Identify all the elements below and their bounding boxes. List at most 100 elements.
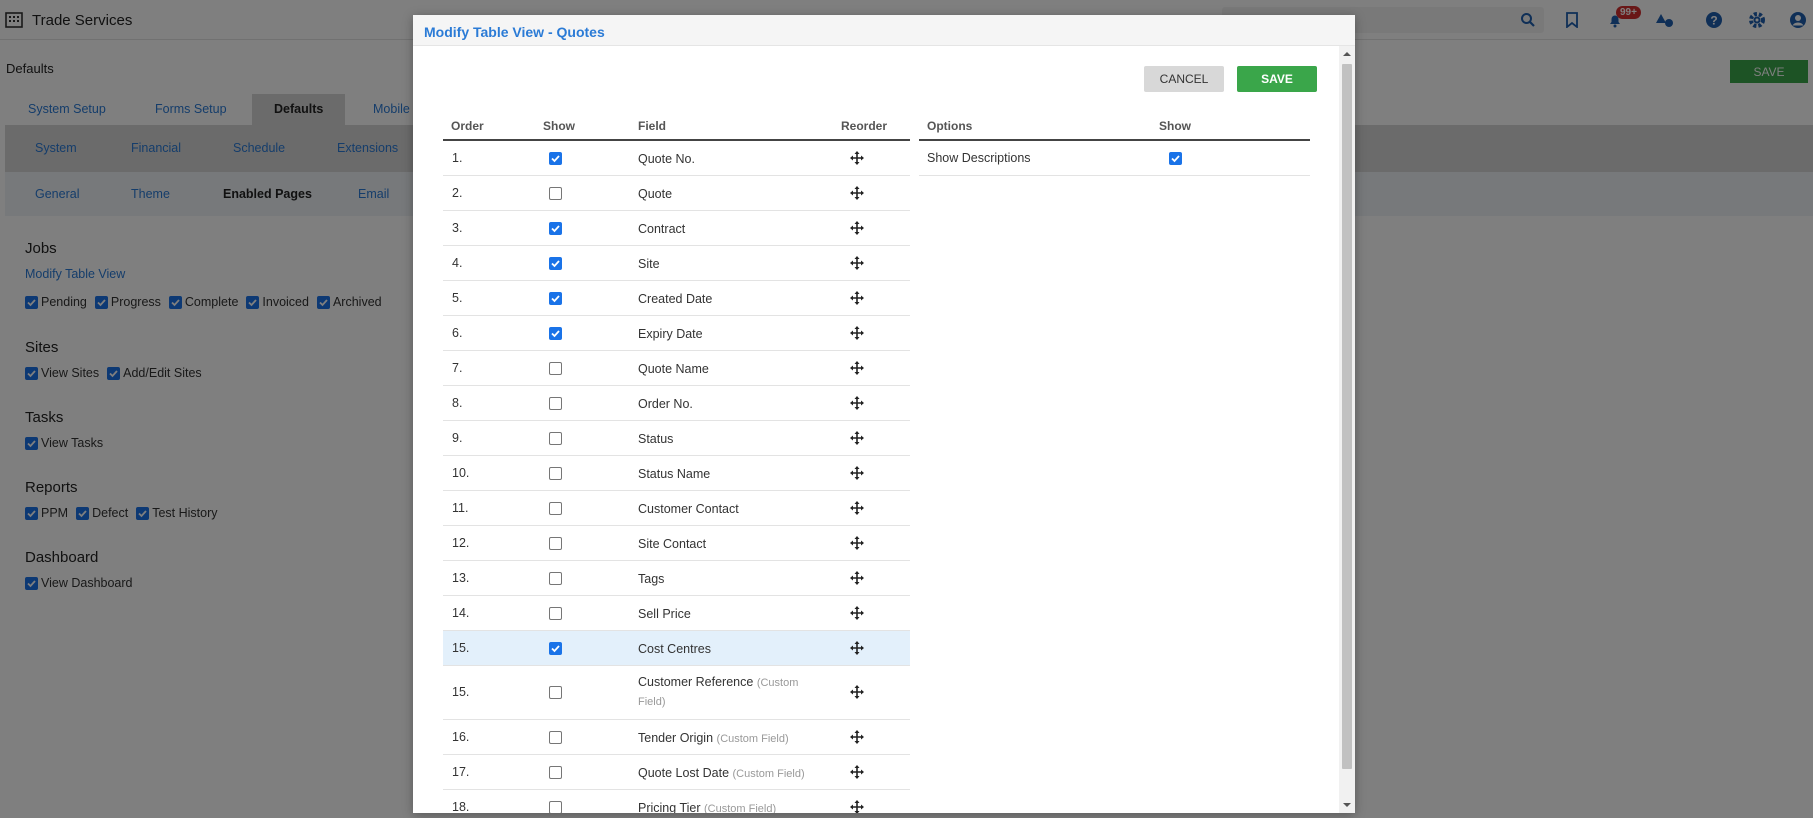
row-show-cell: [549, 641, 565, 657]
show-field-checkbox[interactable]: [549, 221, 562, 235]
row-order: 15.: [452, 640, 470, 655]
drag-handle-icon[interactable]: [850, 570, 864, 585]
modal-scrollbar[interactable]: [1339, 46, 1355, 813]
row-field: Site Contact: [638, 535, 808, 553]
field-type-note: (Custom Field): [704, 802, 777, 814]
row-order: 11.: [452, 500, 469, 515]
row-field: Quote No.: [638, 150, 808, 168]
drag-handle-icon[interactable]: [850, 220, 864, 235]
row-order: 18.: [452, 799, 470, 814]
show-field-checkbox[interactable]: [549, 256, 562, 270]
modal-body: CANCEL SAVE Order Show Field Reorder Opt…: [413, 46, 1339, 813]
drag-handle-icon[interactable]: [850, 685, 864, 699]
field-name: Tender Origin: [638, 730, 714, 745]
drag-handle-icon[interactable]: [850, 729, 864, 744]
field-name: Created Date: [638, 291, 713, 306]
row-show-cell: [549, 571, 565, 588]
scroll-up-icon[interactable]: [1339, 46, 1355, 62]
drag-handle-icon[interactable]: [850, 325, 864, 340]
row-order: 1.: [452, 150, 463, 165]
scroll-down-icon[interactable]: [1339, 797, 1355, 813]
scroll-thumb[interactable]: [1342, 64, 1352, 769]
modal-title: Modify Table View - Quotes: [424, 24, 605, 40]
drag-handle-icon[interactable]: [850, 465, 864, 480]
row-order: 9.: [452, 430, 463, 445]
show-field-checkbox[interactable]: [549, 326, 562, 340]
row-field: Tender Origin (Custom Field): [638, 729, 808, 748]
row-field: Sell Price: [638, 605, 808, 623]
table-row: 10. Status Name: [443, 456, 910, 491]
drag-handle-icon[interactable]: [850, 764, 864, 779]
field-name: Status: [638, 431, 674, 446]
show-field-checkbox[interactable]: [549, 536, 562, 550]
drag-handle-icon[interactable]: [850, 290, 864, 305]
row-order: 6.: [452, 325, 463, 340]
row-field: Cost Centres: [638, 640, 808, 658]
row-order: 7.: [452, 360, 463, 375]
row-field: Customer Contact: [638, 500, 808, 518]
drag-handle-icon[interactable]: [850, 185, 864, 200]
drag-handle-icon[interactable]: [850, 395, 864, 410]
field-name: Tags: [638, 571, 665, 586]
show-field-checkbox[interactable]: [549, 641, 562, 655]
show-field-checkbox[interactable]: [549, 686, 562, 699]
row-show-cell: [549, 291, 565, 307]
modal-save-button[interactable]: SAVE: [1237, 66, 1317, 92]
options-row: Show Descriptions: [919, 141, 1310, 176]
fields-table: 1. Quote No. 2. Quote 3. Contract 4. Site 5. Crea…: [443, 141, 910, 813]
drag-handle-icon[interactable]: [850, 799, 864, 813]
checkmark-icon: [1171, 155, 1180, 163]
row-show-cell: [549, 730, 565, 747]
drag-handle-icon[interactable]: [850, 360, 864, 375]
show-field-checkbox[interactable]: [549, 396, 562, 410]
field-name: Expiry Date: [638, 326, 703, 341]
row-field: Pricing Tier (Custom Field): [638, 799, 808, 814]
drag-handle-icon[interactable]: [850, 535, 864, 550]
row-order: 17.: [452, 764, 470, 779]
checkmark-icon: [551, 294, 560, 302]
row-order: 12.: [452, 535, 470, 550]
field-name: Site: [638, 256, 660, 271]
field-name: Site Contact: [638, 536, 707, 551]
table-row: 14. Sell Price: [443, 596, 910, 631]
table-row: 9. Status: [443, 421, 910, 456]
show-field-checkbox[interactable]: [549, 606, 562, 620]
show-field-checkbox[interactable]: [549, 186, 562, 200]
drag-handle-icon[interactable]: [850, 640, 864, 655]
show-field-checkbox[interactable]: [549, 151, 562, 165]
row-field: Tags: [638, 570, 808, 588]
table-row: 15. Customer Reference (Custom Field): [443, 666, 910, 720]
modal-header: Modify Table View - Quotes: [413, 15, 1355, 46]
row-order: 4.: [452, 255, 463, 270]
row-field: Status: [638, 430, 808, 448]
field-name: Quote No.: [638, 151, 695, 166]
drag-handle-icon[interactable]: [850, 430, 864, 445]
show-field-checkbox[interactable]: [549, 291, 562, 305]
drag-handle-icon[interactable]: [850, 150, 864, 165]
checkmark-icon: [551, 224, 560, 232]
show-field-checkbox[interactable]: [549, 501, 562, 515]
table-row: 1. Quote No.: [443, 141, 910, 176]
show-field-checkbox[interactable]: [549, 730, 562, 744]
drag-handle-icon[interactable]: [850, 255, 864, 270]
show-field-checkbox[interactable]: [549, 466, 562, 480]
show-field-checkbox[interactable]: [549, 571, 562, 585]
drag-handle-icon[interactable]: [850, 605, 864, 620]
show-field-checkbox[interactable]: [549, 361, 562, 375]
row-order: 16.: [452, 729, 470, 744]
drag-handle-icon[interactable]: [850, 500, 864, 515]
show-field-checkbox[interactable]: [549, 800, 562, 813]
row-field: Quote: [638, 185, 808, 203]
column-header-reorder: Reorder: [841, 119, 888, 133]
row-show-cell: [549, 765, 565, 782]
field-name: Customer Contact: [638, 501, 739, 516]
table-row: 2. Quote: [443, 176, 910, 211]
show-descriptions-checkbox[interactable]: [1169, 152, 1182, 165]
table-row: 16. Tender Origin (Custom Field): [443, 720, 910, 755]
show-field-checkbox[interactable]: [549, 431, 562, 445]
checkmark-icon: [551, 644, 560, 652]
table-row: 3. Contract: [443, 211, 910, 246]
column-header-order: Order: [451, 119, 484, 133]
cancel-button[interactable]: CANCEL: [1144, 66, 1224, 92]
show-field-checkbox[interactable]: [549, 765, 562, 779]
